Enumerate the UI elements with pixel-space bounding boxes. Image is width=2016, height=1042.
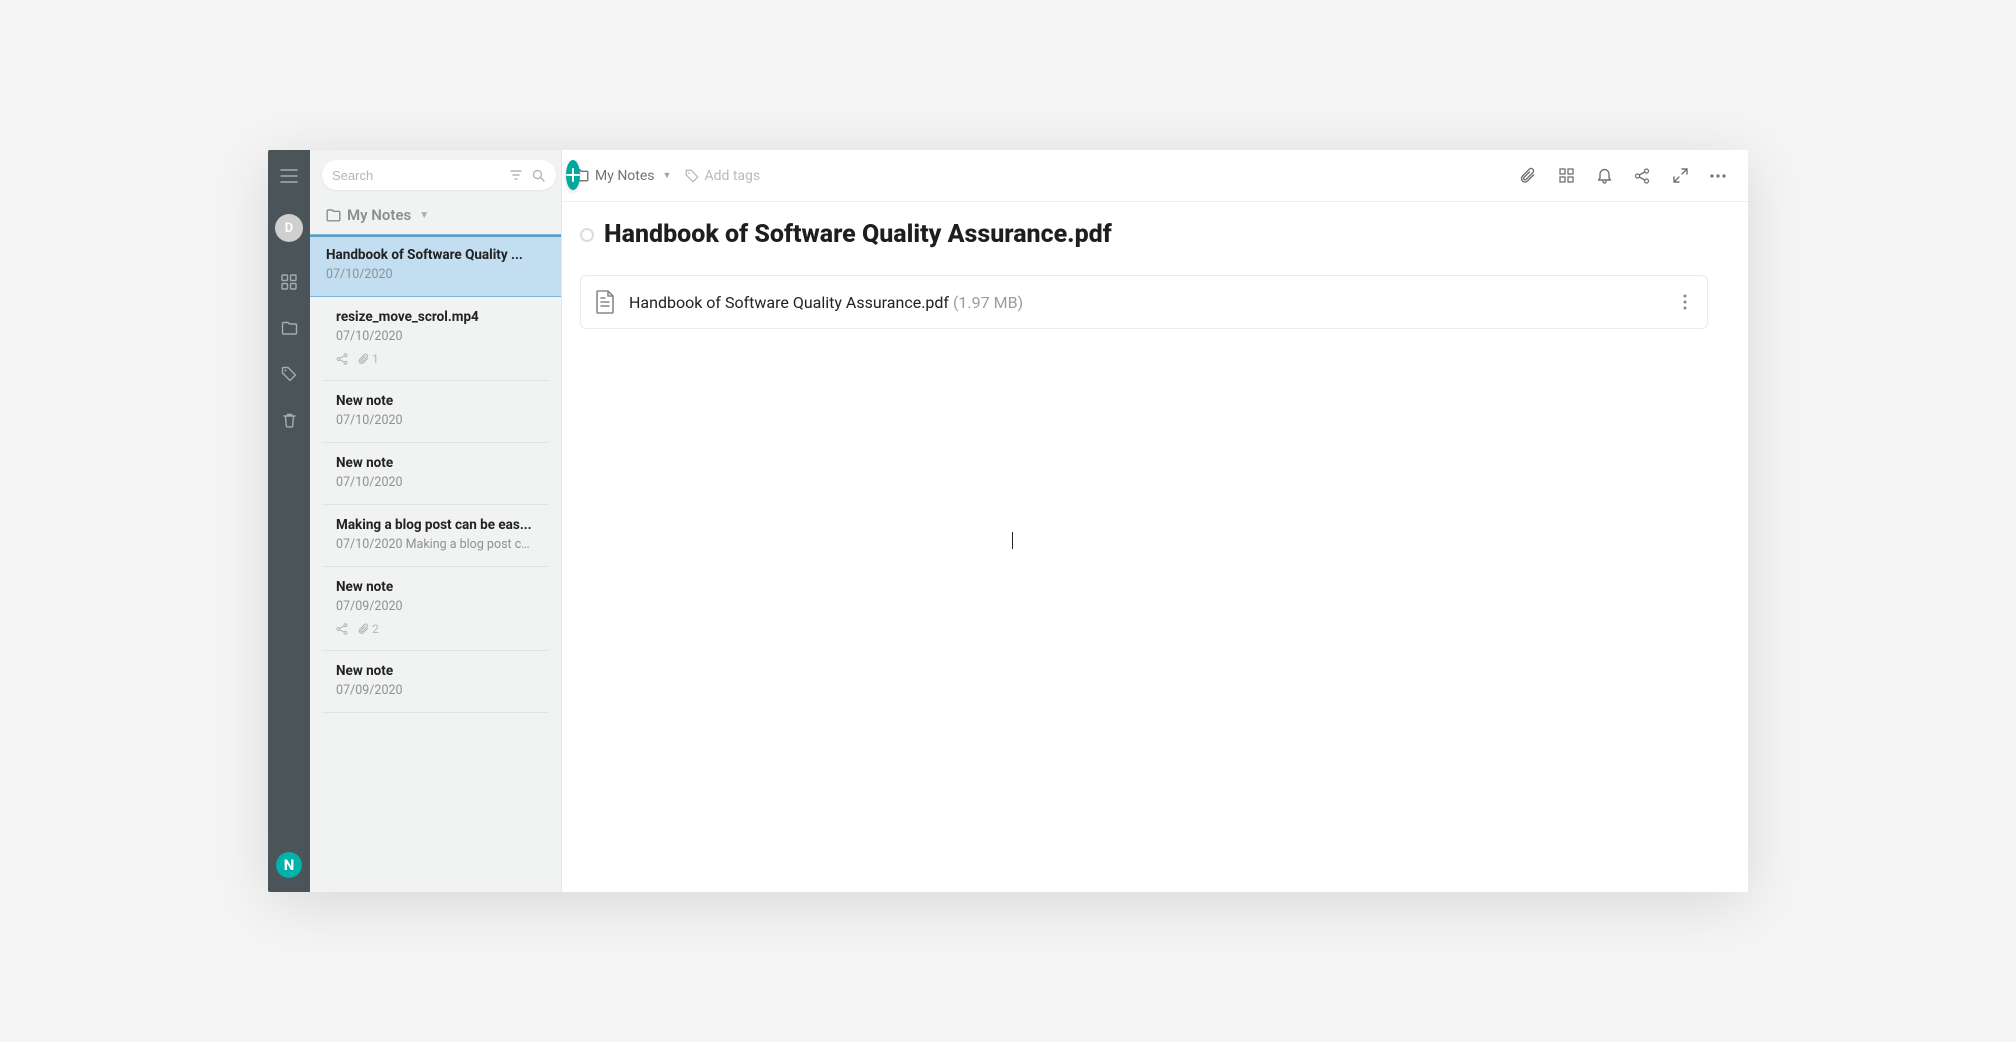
note-item-title: New note <box>336 663 535 679</box>
nav-rail: D N <box>268 150 310 892</box>
trash-icon[interactable] <box>277 408 301 432</box>
add-tags-label: Add tags <box>704 168 760 184</box>
paperclip-icon: 2 <box>358 622 379 636</box>
note-item-title: New note <box>336 579 535 595</box>
note-item-title: resize_move_scrol.mp4 <box>336 309 535 325</box>
sidebar-top <box>310 150 561 198</box>
breadcrumb[interactable]: My Notes ▼ <box>574 168 671 184</box>
share-icon[interactable] <box>1632 166 1652 186</box>
attachment-filesize: (1.97 MB) <box>953 293 1023 312</box>
note-list[interactable]: Handbook of Software Quality ... 07/10/20… <box>310 234 561 892</box>
file-icon <box>595 290 615 314</box>
share-icon <box>336 353 348 365</box>
note-list-item[interactable]: New note 07/09/2020 2 <box>322 567 549 651</box>
folder-label: My Notes <box>347 206 411 224</box>
expand-icon[interactable] <box>1670 166 1690 186</box>
attachment-filename: Handbook of Software Quality Assurance.p… <box>629 293 949 312</box>
attach-icon[interactable] <box>1518 166 1538 186</box>
more-icon[interactable] <box>1708 166 1728 186</box>
attachment-card[interactable]: Handbook of Software Quality Assurance.p… <box>580 275 1708 329</box>
search-input[interactable] <box>332 168 508 183</box>
new-note-button[interactable] <box>566 160 580 190</box>
note-item-meta: 1 <box>336 352 535 366</box>
tag-icon[interactable] <box>277 362 301 386</box>
folder-icon[interactable] <box>277 316 301 340</box>
menu-icon[interactable] <box>277 164 301 188</box>
note-item-title: New note <box>336 393 535 409</box>
editor-topbar: My Notes ▼ Add tags <box>562 150 1748 202</box>
share-icon <box>336 623 348 635</box>
note-item-sub: 07/10/2020 <box>336 329 535 344</box>
note-item-meta: 2 <box>336 622 535 636</box>
dashboard-icon[interactable] <box>277 270 301 294</box>
note-list-item[interactable]: Making a blog post can be eas... 07/10/20… <box>322 505 549 567</box>
app-logo[interactable]: N <box>276 852 302 878</box>
text-cursor <box>1012 532 1013 549</box>
note-item-title: Making a blog post can be eas... <box>336 517 535 533</box>
note-list-sidebar: My Notes ▼ Handbook of Software Quality … <box>310 150 562 892</box>
chevron-down-icon: ▼ <box>419 210 429 221</box>
add-tags[interactable]: Add tags <box>685 168 760 184</box>
folder-header[interactable]: My Notes ▼ <box>310 198 561 234</box>
note-list-item[interactable]: New note 07/09/2020 <box>322 651 549 713</box>
note-item-sub: 07/09/2020 <box>336 599 535 614</box>
note-list-item[interactable]: New note 07/10/2020 <box>322 443 549 505</box>
note-item-sub: 07/10/2020 <box>336 413 535 428</box>
paperclip-icon: 1 <box>358 352 379 366</box>
note-item-title: New note <box>336 455 535 471</box>
note-item-title: Handbook of Software Quality ... <box>326 247 545 263</box>
breadcrumb-label: My Notes <box>595 168 655 184</box>
app-window: D N <box>268 150 1748 892</box>
user-avatar[interactable]: D <box>275 214 303 242</box>
filter-icon[interactable] <box>508 170 524 180</box>
note-list-item[interactable]: resize_move_scrol.mp4 07/10/2020 1 <box>322 297 549 381</box>
chevron-down-icon: ▼ <box>663 170 672 181</box>
note-title[interactable]: Handbook of Software Quality Assurance.p… <box>604 220 1112 249</box>
editor-body[interactable]: Handbook of Software Quality Assurance.p… <box>562 202 1748 892</box>
bell-icon[interactable] <box>1594 166 1614 186</box>
search-field[interactable] <box>322 160 556 190</box>
topbar-actions <box>1518 166 1728 186</box>
note-item-sub: 07/10/2020 Making a blog post ca... <box>336 537 535 552</box>
attachment-more-icon[interactable] <box>1677 290 1693 314</box>
note-list-item[interactable]: New note 07/10/2020 <box>322 381 549 443</box>
search-icon[interactable] <box>530 169 546 182</box>
grid-icon[interactable] <box>1556 166 1576 186</box>
title-bullet-icon <box>580 228 594 242</box>
main-pane: My Notes ▼ Add tags <box>562 150 1748 892</box>
note-item-sub: 07/09/2020 <box>336 683 535 698</box>
note-item-sub: 07/10/2020 <box>326 267 545 282</box>
note-item-sub: 07/10/2020 <box>336 475 535 490</box>
note-list-item[interactable]: Handbook of Software Quality ... 07/10/20… <box>310 234 561 297</box>
